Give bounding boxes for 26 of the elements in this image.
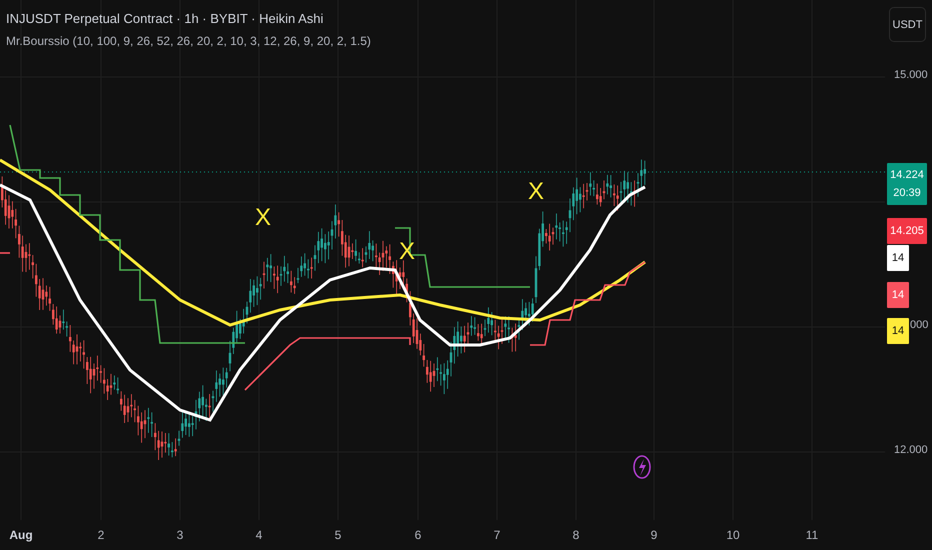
date-label: 7 bbox=[494, 528, 500, 542]
date-label: 3 bbox=[176, 528, 184, 542]
symbol-title: INJUSDT Perpetual Contract · 1h · BYBIT · Heikin Ashi bbox=[6, 11, 324, 26]
date-label: 6 bbox=[414, 528, 422, 542]
price-tag: 14.205 bbox=[887, 218, 927, 244]
date-label: 9 bbox=[650, 528, 658, 542]
date-label: 4 bbox=[256, 528, 262, 542]
signal-marker: X bbox=[399, 238, 416, 266]
price-label: 12.000 bbox=[894, 444, 928, 456]
date-label: 8 bbox=[572, 528, 580, 542]
indicator-label: Mr.Bourssio (10, 100, 9, 26, 52, 26, 20, 2, 10, 3, 12, 26, 9, 20, 2, 1.5) bbox=[6, 34, 371, 48]
date-label: Aug bbox=[9, 528, 33, 542]
price-tag: 14 bbox=[887, 318, 909, 344]
price-tag: 14 bbox=[887, 245, 909, 271]
currency-button[interactable]: USDT bbox=[889, 7, 926, 42]
price-tag: 14 bbox=[887, 282, 909, 308]
signal-marker: X bbox=[255, 204, 272, 232]
date-label: 11 bbox=[806, 528, 818, 542]
date-label: 2 bbox=[98, 528, 104, 542]
date-label: 10 bbox=[726, 528, 740, 542]
price-tag: 14.224 20:39 bbox=[887, 163, 927, 205]
signal-marker: X bbox=[528, 178, 544, 206]
price-label: 000 bbox=[910, 319, 928, 331]
price-label: 15.000 bbox=[894, 69, 928, 81]
date-label: 5 bbox=[334, 528, 342, 542]
lightning-icon[interactable] bbox=[633, 455, 651, 479]
